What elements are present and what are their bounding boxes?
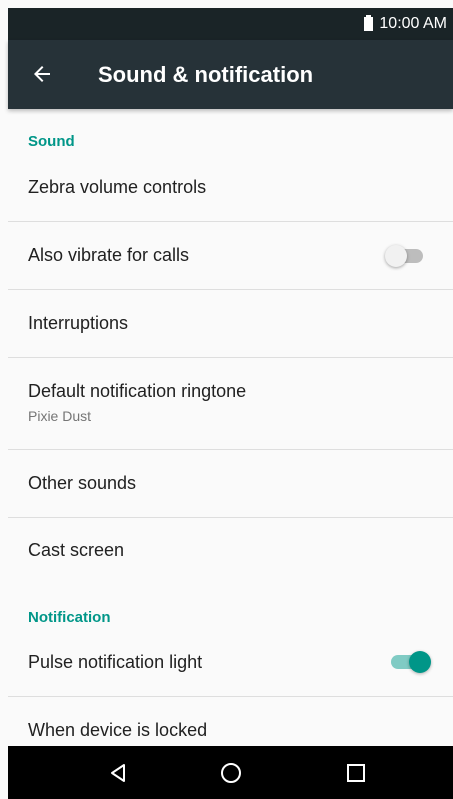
item-interruptions[interactable]: Interruptions (8, 290, 453, 358)
item-title: Cast screen (28, 540, 125, 560)
navigation-bar (8, 746, 453, 799)
item-title: Pulse notification light (28, 652, 203, 672)
battery-full-icon (364, 15, 373, 31)
item-cast-screen[interactable]: Cast screen (8, 518, 453, 585)
status-time: 10:00 AM (379, 15, 447, 32)
switch-thumb (385, 245, 407, 267)
nav-recents-square-icon (347, 764, 365, 782)
app-bar: Sound & notification (8, 40, 453, 109)
item-title: Also vibrate for calls (28, 245, 190, 265)
screen: 10:00 AM Sound & notification Sound Zebr… (0, 0, 453, 799)
section-header-notification: Notification (28, 609, 111, 626)
item-title: Default notification ringtone (28, 381, 247, 401)
nav-back-button[interactable] (97, 752, 139, 794)
settings-list[interactable]: Sound Zebra volume controls Also vibrate… (8, 109, 453, 746)
nav-home-button[interactable] (210, 752, 252, 794)
section-header-sound: Sound (28, 133, 75, 150)
item-summary: Pixie Dust (28, 408, 92, 424)
item-other-sounds[interactable]: Other sounds (8, 450, 453, 518)
arrow-back-icon (34, 66, 50, 82)
item-title: Other sounds (28, 473, 137, 493)
item-default-notification-ringtone[interactable]: Default notification ringtone Pixie Dust (8, 358, 453, 450)
item-title: Zebra volume controls (28, 177, 207, 197)
item-title: Interruptions (28, 313, 129, 333)
item-title: When device is locked (28, 720, 208, 740)
item-pulse-notification-light[interactable]: Pulse notification light (8, 629, 453, 697)
item-also-vibrate-for-calls[interactable]: Also vibrate for calls (8, 222, 453, 290)
status-bar: 10:00 AM (8, 8, 453, 40)
page-title: Sound & notification (98, 62, 314, 87)
vibrate-for-calls-switch[interactable] (385, 245, 425, 267)
item-zebra-volume-controls[interactable]: Zebra volume controls (8, 154, 453, 222)
switch-thumb (409, 651, 431, 673)
nav-recents-button[interactable] (335, 752, 377, 794)
nav-home-circle-icon (221, 763, 241, 783)
nav-back-triangle-icon (111, 764, 125, 782)
item-when-device-is-locked[interactable]: When device is locked (8, 697, 453, 746)
back-button[interactable] (18, 50, 66, 98)
pulse-notification-light-switch[interactable] (389, 651, 431, 673)
